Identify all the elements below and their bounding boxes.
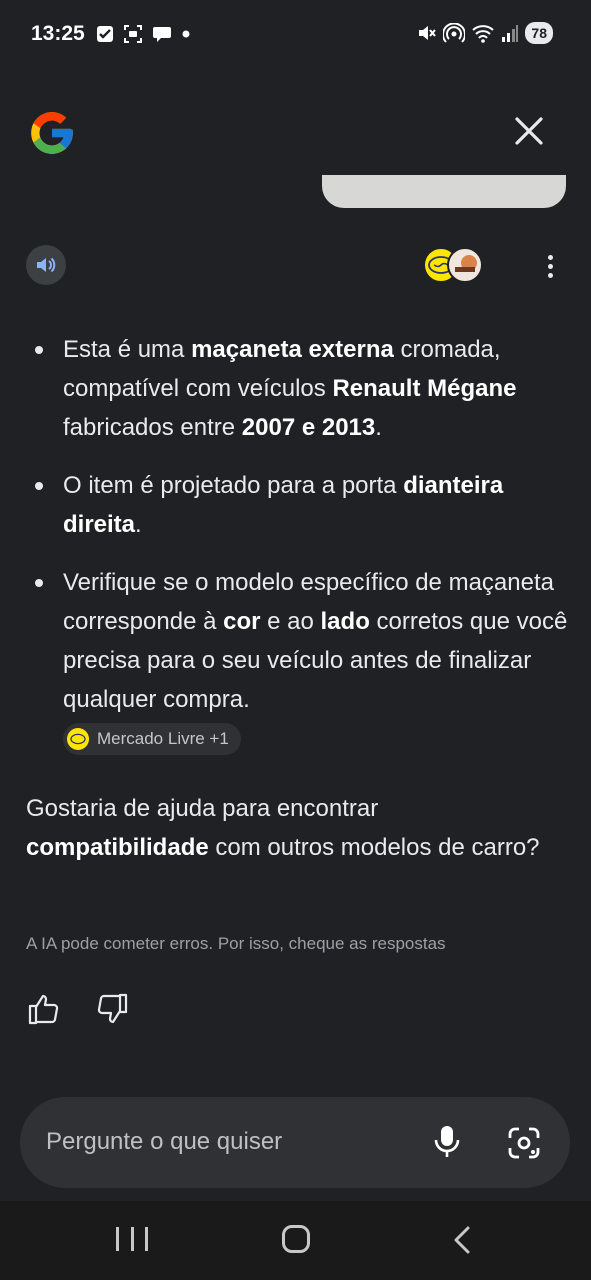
followup-question: Gostaria de ajuda para encontrar compati…: [26, 795, 540, 861]
close-button[interactable]: [508, 110, 550, 152]
mute-icon: [419, 26, 437, 40]
source-avatars[interactable]: [423, 245, 485, 285]
google-logo-icon: [31, 112, 73, 154]
more-dot: [547, 272, 553, 278]
mercado-livre-chip-icon: [67, 728, 89, 750]
thumbs-up-icon: [28, 994, 59, 1025]
read-aloud-button[interactable]: [26, 245, 66, 285]
store-logo-icon: [447, 247, 483, 283]
screenshot-icon: [124, 25, 142, 43]
checkbox-icon: [97, 26, 113, 42]
ai-disclaimer: A IA pode cometer erros. Por isso, chequ…: [26, 934, 446, 953]
ask-input-placeholder: Pergunte o que quiser: [46, 1128, 283, 1155]
more-dot: [547, 263, 553, 269]
recents-line: [116, 1227, 119, 1251]
wifi-icon: [472, 25, 495, 43]
more-options-button[interactable]: [535, 248, 565, 284]
more-dot: [547, 254, 553, 260]
status-right-icons: 78: [417, 22, 553, 44]
status-bar: 13:25 78: [0, 0, 591, 70]
source-chip-label: Mercado Livre +1: [97, 729, 229, 748]
dot-icon: [182, 30, 190, 38]
lens-camera-icon: [508, 1127, 540, 1159]
source-chip[interactable]: Mercado Livre +1: [63, 723, 241, 755]
ai-answer: Esta é uma maçaneta externa cromada, com…: [26, 330, 571, 755]
answer-bullet: Esta é uma maçaneta externa cromada, com…: [26, 330, 571, 447]
battery-indicator: 78: [525, 22, 553, 44]
answer-bullet: O item é projetado para a porta dianteir…: [26, 466, 571, 544]
microphone-icon: [434, 1126, 460, 1157]
query-image-thumbnail[interactable]: [322, 175, 566, 208]
voice-search-button[interactable]: [428, 1123, 466, 1161]
status-time: 13:25: [31, 22, 85, 45]
lens-search-button[interactable]: [504, 1123, 544, 1163]
thumbs-down-button[interactable]: [95, 992, 129, 1026]
chat-bubble-icon: [153, 27, 171, 42]
ask-input-bar[interactable]: Pergunte o que quiser: [20, 1097, 570, 1188]
hotspot-icon: [443, 23, 466, 43]
home-button[interactable]: [282, 1225, 310, 1253]
recents-line: [130, 1227, 134, 1251]
ai-mode-screen: 13:25 78 Esta é uma maçaneta externa cro…: [0, 0, 591, 1280]
speaker-icon: [37, 257, 56, 273]
thumbs-down-icon: [97, 993, 128, 1024]
system-navigation-bar: [0, 1201, 591, 1280]
answer-bullet: Verifique se o modelo específico de maça…: [26, 563, 571, 719]
thumbs-up-button[interactable]: [27, 992, 61, 1026]
close-icon: [515, 117, 543, 145]
signal-icon: [502, 25, 519, 42]
source-chip-row: Mercado Livre +1: [26, 719, 571, 755]
status-left-icons: [96, 24, 191, 44]
back-button-icon[interactable]: [448, 1225, 478, 1255]
recent-apps-button[interactable]: [116, 1227, 148, 1253]
recents-line: [145, 1227, 148, 1251]
